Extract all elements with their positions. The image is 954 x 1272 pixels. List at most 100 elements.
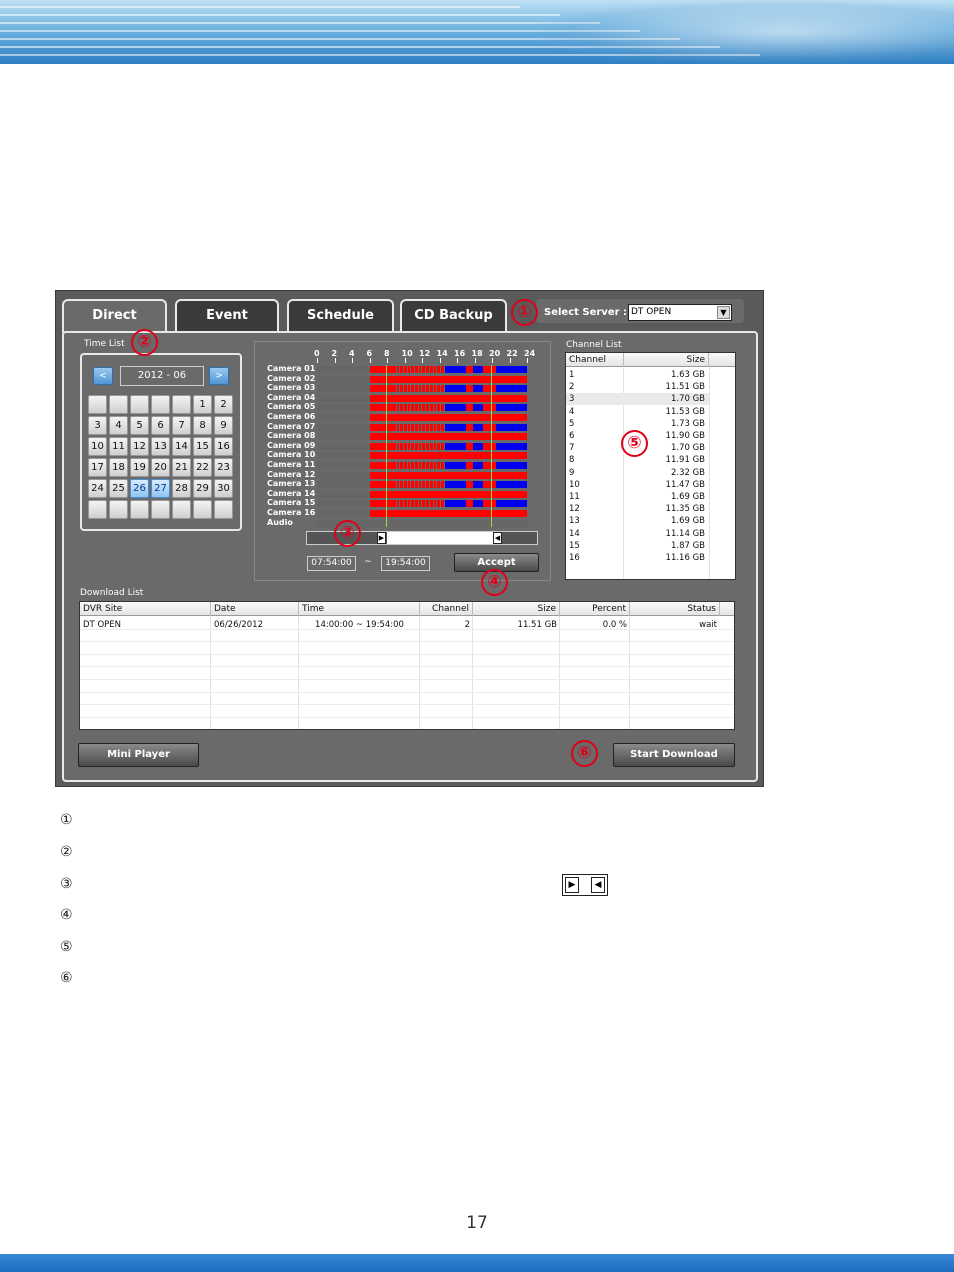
channel-number[interactable]: 14 bbox=[566, 528, 622, 540]
prev-month-button[interactable]: < bbox=[93, 367, 113, 385]
calendar-day[interactable]: 19 bbox=[130, 458, 149, 477]
download-cell[interactable]: DT OPEN bbox=[80, 619, 211, 631]
channel-number[interactable]: 7 bbox=[566, 442, 622, 454]
end-time-field[interactable]: 19:54:00 bbox=[381, 556, 430, 571]
column-header-channel[interactable]: Channel bbox=[566, 353, 624, 367]
camera-recording-bar[interactable] bbox=[317, 471, 370, 479]
channel-number[interactable]: 10 bbox=[566, 479, 622, 491]
camera-recording-bar[interactable] bbox=[483, 385, 497, 393]
calendar-day[interactable]: 12 bbox=[130, 437, 149, 456]
channel-number[interactable]: 5 bbox=[566, 418, 622, 430]
camera-recording-bar[interactable] bbox=[317, 414, 370, 421]
calendar-day[interactable]: 4 bbox=[109, 416, 128, 435]
camera-recording-bar[interactable] bbox=[496, 385, 527, 393]
camera-recording-bar[interactable] bbox=[369, 471, 527, 479]
camera-recording-bar[interactable] bbox=[369, 510, 527, 517]
tab-cd-backup[interactable]: CD Backup bbox=[400, 299, 507, 331]
channel-number[interactable]: 4 bbox=[566, 406, 622, 418]
tab-event[interactable]: Event bbox=[175, 299, 279, 331]
camera-recording-bar[interactable] bbox=[472, 385, 484, 393]
calendar-day[interactable]: 6 bbox=[151, 416, 170, 435]
camera-recording-bar[interactable] bbox=[496, 366, 527, 373]
calendar-day[interactable]: 20 bbox=[151, 458, 170, 477]
calendar-day[interactable]: 28 bbox=[172, 479, 191, 498]
calendar-day[interactable]: 24 bbox=[88, 479, 107, 498]
calendar-day[interactable]: 3 bbox=[88, 416, 107, 435]
download-cell[interactable]: wait bbox=[630, 619, 720, 631]
channel-number[interactable]: 8 bbox=[566, 454, 622, 466]
camera-recording-bar[interactable] bbox=[369, 452, 527, 460]
camera-recording-bar[interactable] bbox=[369, 433, 527, 441]
calendar-day[interactable]: 7 bbox=[172, 416, 191, 435]
camera-recording-bar[interactable] bbox=[465, 462, 473, 469]
camera-recording-bar[interactable] bbox=[369, 414, 527, 421]
mini-player-button[interactable]: Mini Player bbox=[78, 743, 199, 767]
camera-recording-bar[interactable] bbox=[465, 366, 473, 373]
camera-recording-bar[interactable] bbox=[443, 385, 466, 393]
channel-number[interactable]: 3 bbox=[566, 393, 622, 405]
camera-recording-bar[interactable] bbox=[369, 490, 527, 498]
camera-recording-bar[interactable] bbox=[483, 366, 497, 373]
channel-number[interactable]: 12 bbox=[566, 503, 622, 515]
camera-recording-bar[interactable] bbox=[317, 500, 370, 508]
camera-recording-bar[interactable] bbox=[465, 385, 473, 393]
channel-number[interactable]: 11 bbox=[566, 491, 622, 503]
camera-recording-bar[interactable] bbox=[483, 404, 497, 412]
camera-recording-bar[interactable] bbox=[483, 500, 497, 508]
calendar-day[interactable]: 5 bbox=[130, 416, 149, 435]
camera-recording-bar[interactable] bbox=[465, 404, 473, 412]
calendar-day[interactable]: 16 bbox=[214, 437, 233, 456]
camera-recording-bar[interactable] bbox=[465, 500, 473, 508]
channel-number[interactable]: 16 bbox=[566, 552, 622, 564]
calendar-day[interactable]: 14 bbox=[172, 437, 191, 456]
calendar-day[interactable]: 1 bbox=[193, 395, 212, 414]
calendar-day[interactable]: 23 bbox=[214, 458, 233, 477]
camera-recording-bar[interactable] bbox=[317, 433, 370, 441]
camera-recording-bar[interactable] bbox=[317, 462, 370, 469]
camera-recording-bar[interactable] bbox=[443, 404, 466, 412]
camera-recording-bar[interactable] bbox=[443, 462, 466, 469]
channel-number[interactable]: 13 bbox=[566, 515, 622, 527]
camera-recording-bar[interactable] bbox=[317, 375, 370, 383]
camera-recording-bar[interactable] bbox=[317, 452, 370, 460]
start-download-button[interactable]: Start Download bbox=[613, 743, 735, 767]
channel-number[interactable]: 1 bbox=[566, 369, 622, 381]
column-header[interactable]: Time bbox=[299, 602, 420, 616]
camera-recording-bar[interactable] bbox=[472, 442, 484, 450]
camera-recording-bar[interactable] bbox=[483, 481, 497, 489]
column-header[interactable]: Status bbox=[630, 602, 720, 616]
camera-recording-bar[interactable] bbox=[317, 481, 370, 489]
column-header[interactable]: Channel bbox=[420, 602, 473, 616]
camera-recording-bar[interactable] bbox=[317, 385, 370, 393]
camera-recording-bar[interactable] bbox=[472, 481, 484, 489]
calendar-day[interactable]: 13 bbox=[151, 437, 170, 456]
camera-recording-bar[interactable] bbox=[317, 490, 370, 498]
camera-recording-bar[interactable] bbox=[496, 423, 527, 431]
camera-recording-bar[interactable] bbox=[496, 404, 527, 412]
calendar-day[interactable]: 27 bbox=[151, 479, 170, 498]
calendar-day[interactable]: 22 bbox=[193, 458, 212, 477]
column-header-size[interactable]: Size bbox=[624, 353, 709, 367]
camera-recording-bar[interactable] bbox=[496, 462, 527, 469]
camera-recording-bar[interactable] bbox=[465, 442, 473, 450]
camera-recording-bar[interactable] bbox=[472, 366, 484, 373]
download-cell[interactable]: 06/26/2012 bbox=[211, 619, 299, 631]
channel-number[interactable]: 15 bbox=[566, 540, 622, 552]
camera-recording-bar[interactable] bbox=[496, 481, 527, 489]
camera-recording-bar[interactable] bbox=[443, 442, 466, 450]
camera-recording-bar[interactable] bbox=[465, 481, 473, 489]
camera-recording-bar[interactable] bbox=[317, 442, 370, 450]
camera-recording-bar[interactable] bbox=[317, 404, 370, 412]
download-cell[interactable]: 0.0 % bbox=[560, 619, 630, 631]
next-month-button[interactable]: > bbox=[209, 367, 229, 385]
camera-recording-bar[interactable] bbox=[317, 423, 370, 431]
calendar-day[interactable]: 8 bbox=[193, 416, 212, 435]
camera-recording-bar[interactable] bbox=[317, 510, 370, 517]
camera-recording-bar[interactable] bbox=[496, 500, 527, 508]
camera-recording-bar[interactable] bbox=[496, 442, 527, 450]
camera-recording-bar[interactable] bbox=[465, 423, 473, 431]
tab-direct[interactable]: Direct bbox=[62, 299, 167, 333]
server-select[interactable]: DT OPEN ▼ bbox=[628, 304, 732, 321]
channel-number[interactable]: 2 bbox=[566, 381, 622, 393]
camera-recording-bar[interactable] bbox=[443, 500, 466, 508]
